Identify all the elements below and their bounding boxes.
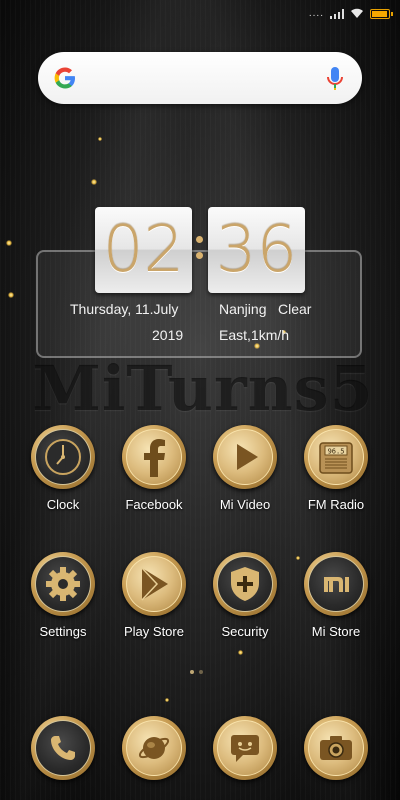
dock-messages[interactable] — [200, 716, 290, 780]
app-facebook[interactable]: Facebook — [109, 425, 199, 512]
app-label: Security — [221, 624, 269, 639]
app-label: Facebook — [125, 497, 183, 512]
app-label: Mi Store — [311, 624, 361, 639]
app-security[interactable]: Security — [200, 552, 290, 639]
dock-camera[interactable] — [291, 716, 381, 780]
app-mi-store[interactable]: Mi Store — [291, 552, 381, 639]
gear-icon — [46, 567, 80, 601]
browser-icon — [138, 737, 170, 759]
clock-hours[interactable]: 02 — [95, 207, 192, 293]
shield-icon — [231, 567, 259, 601]
app-fm-radio[interactable]: 96.5 FM Radio — [291, 425, 381, 512]
wifi-icon — [351, 8, 363, 18]
page-dot — [199, 670, 203, 674]
sparkle — [6, 240, 12, 246]
app-settings[interactable]: Settings — [18, 552, 108, 639]
app-label: Mi Video — [219, 497, 271, 512]
app-label: Settings — [39, 624, 87, 639]
sparkle — [8, 292, 14, 298]
camera-icon — [320, 736, 352, 760]
app-clock[interactable]: Clock — [18, 425, 108, 512]
widget-year: 2019 — [152, 327, 184, 343]
widget-wind: East,1km/h — [219, 327, 290, 343]
page-dot-active — [190, 670, 194, 674]
radio-icon: 96.5 — [319, 442, 353, 474]
app-play-store[interactable]: Play Store — [109, 552, 199, 639]
clock-icon — [45, 439, 81, 475]
sparkle — [165, 698, 169, 702]
messages-icon — [231, 735, 259, 762]
mi-store-icon — [324, 577, 349, 592]
widget-weather: Clear — [278, 301, 312, 317]
app-label: Play Store — [124, 624, 184, 639]
sparkle — [91, 179, 97, 185]
battery-fill — [372, 10, 387, 17]
notification-dots: .... — [308, 7, 324, 19]
theme-watermark: MiTurns5 — [32, 352, 374, 425]
status-bar: .... — [0, 0, 400, 28]
play-icon — [237, 444, 258, 470]
app-label: Clock — [46, 497, 80, 512]
widget-date: Thursday, 11.July — [70, 301, 179, 317]
google-g-icon — [54, 67, 75, 89]
mic-icon[interactable] — [326, 66, 344, 92]
facebook-icon — [144, 439, 165, 477]
app-mi-video[interactable]: Mi Video — [200, 425, 290, 512]
phone-icon — [51, 736, 75, 760]
battery-icon — [370, 8, 393, 19]
dock-phone[interactable] — [18, 716, 108, 780]
page-indicator[interactable] — [190, 670, 203, 674]
search-bar[interactable] — [38, 52, 362, 104]
widget-city: Nanjing — [219, 301, 267, 317]
play-store-icon — [141, 567, 168, 601]
clock-minutes[interactable]: 36 — [208, 207, 305, 293]
radio-display: 96.5 — [328, 448, 345, 456]
app-label: FM Radio — [307, 497, 365, 512]
clock-colon — [196, 236, 204, 268]
signal-icon — [330, 8, 344, 19]
status-icons: .... — [308, 7, 393, 19]
sparkle — [238, 650, 243, 655]
sparkle — [98, 137, 102, 141]
dock-browser[interactable] — [109, 716, 199, 780]
